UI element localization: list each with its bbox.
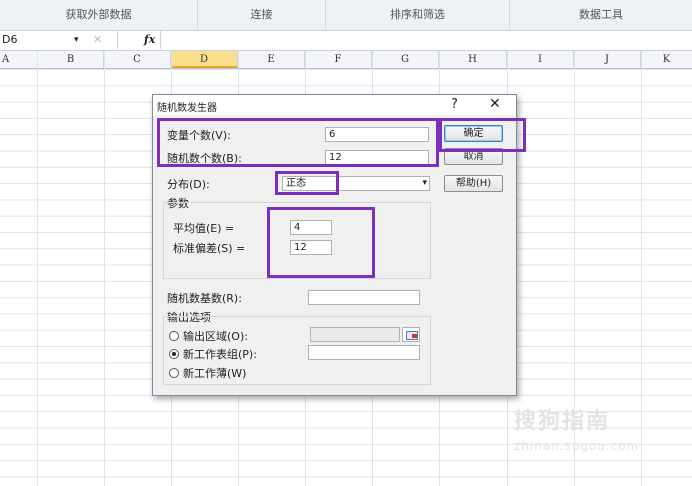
name-box-value: D6 (2, 33, 18, 46)
column-header-h[interactable]: H (439, 51, 507, 68)
ribbon-group-external-data: 获取外部数据 (0, 0, 198, 30)
range-select-icon[interactable] (402, 327, 420, 342)
column-header-b[interactable]: B (38, 51, 104, 68)
new-sheet-radio[interactable] (169, 349, 179, 359)
highlight-box-counts (157, 118, 439, 167)
column-header-i[interactable]: I (507, 51, 574, 68)
new-workbook-label: 新工作薄(W) (183, 367, 247, 380)
watermark-title: 搜狗指南 (514, 409, 611, 434)
output-range-radio[interactable] (169, 331, 179, 341)
formula-input[interactable] (160, 31, 692, 49)
close-icon[interactable]: ✕ (489, 96, 501, 112)
distribution-label: 分布(D): (167, 178, 210, 191)
column-header-c[interactable]: C (104, 51, 171, 68)
column-header-k[interactable]: K (641, 51, 692, 68)
dialog-title: 随机数发生器 (157, 103, 217, 114)
grid-line (104, 51, 105, 486)
formula-bar: D6 ▾ ✕ fx (0, 31, 692, 51)
column-header-e[interactable]: E (238, 51, 305, 68)
column-header-f[interactable]: F (305, 51, 372, 68)
grid-line (641, 51, 642, 486)
insert-function-icon[interactable]: fx (144, 31, 155, 49)
ribbon-group-data-tools: 数据工具 (579, 8, 623, 21)
column-header-d[interactable]: D (171, 51, 238, 68)
cancel-icon[interactable]: ✕ (93, 31, 102, 49)
seed-label: 随机数基数(R): (167, 292, 242, 305)
column-header-j[interactable]: J (574, 51, 641, 68)
new-workbook-radio[interactable] (169, 368, 179, 378)
watermark-url: zhinan.sogou.com (514, 439, 640, 453)
ribbon-group-connections: 连接 (198, 0, 326, 30)
chevron-down-icon[interactable]: ▾ (422, 177, 427, 190)
column-header-a[interactable]: A (0, 51, 38, 68)
column-header-g[interactable]: G (372, 51, 439, 68)
highlight-box-distribution (275, 171, 339, 195)
ribbon-group-bar: 获取外部数据 连接 排序和筛选 数据工具 (0, 0, 692, 31)
stddev-label: 标准偏差(S) = (173, 242, 246, 255)
dialog-titlebar: 随机数发生器 ? ✕ (153, 95, 516, 115)
new-sheet-label: 新工作表组(P): (183, 348, 257, 361)
grid-line (37, 51, 38, 486)
name-box-dropdown-icon[interactable]: ▾ (74, 31, 79, 49)
ribbon-group-sort-filter: 排序和筛选 (326, 0, 510, 30)
mean-label: 平均值(E) = (173, 222, 235, 235)
output-range-label: 输出区域(O): (183, 330, 248, 343)
new-sheet-input[interactable] (308, 345, 420, 360)
highlight-box-ok (439, 118, 526, 152)
highlight-box-params (267, 207, 375, 278)
watermark: 搜狗指南 zhinan.sogou.com (514, 403, 639, 453)
help-button[interactable]: 帮助(H) (444, 175, 503, 192)
help-icon[interactable]: ? (451, 97, 458, 112)
output-range-input[interactable] (310, 327, 400, 342)
seed-input[interactable] (308, 290, 420, 305)
